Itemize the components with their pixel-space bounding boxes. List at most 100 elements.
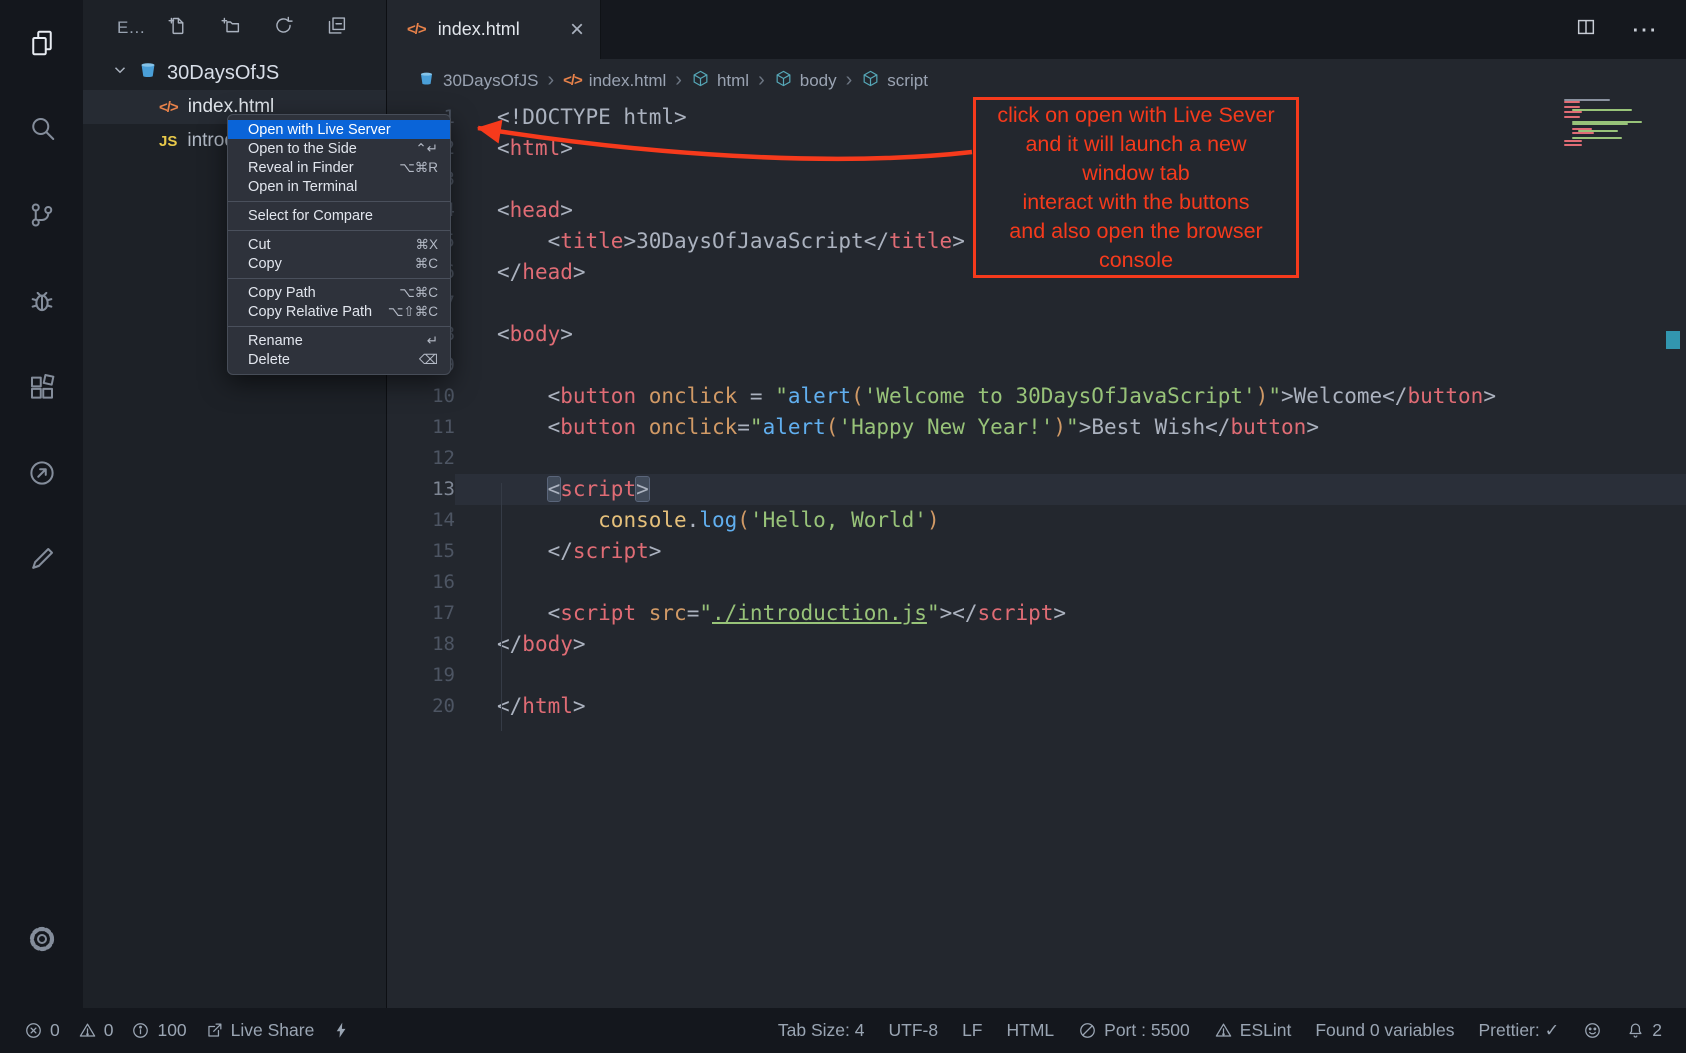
code-text xyxy=(455,288,1686,319)
menu-item-shortcut: ⌃↵ xyxy=(415,141,438,157)
code-line-14[interactable]: 14 console.log('Hello, World') xyxy=(387,505,1686,536)
activity-code-tour-icon[interactable] xyxy=(0,516,83,602)
code-line-11[interactable]: 11 <button onclick="alert('Happy New Yea… xyxy=(387,412,1686,443)
tree-root-30daysofjs[interactable]: 30DaysOfJS xyxy=(83,56,386,90)
code-line-12[interactable]: 12 xyxy=(387,443,1686,474)
minimap[interactable] xyxy=(1564,99,1658,147)
status-language-mode[interactable]: HTML xyxy=(1007,1020,1055,1041)
minimap-line xyxy=(1572,123,1628,125)
menu-separator xyxy=(228,326,450,327)
menu-item-label: Copy Relative Path xyxy=(248,304,372,320)
activity-source-control-icon[interactable] xyxy=(0,172,83,258)
menu-item-delete[interactable]: Delete⌫ xyxy=(228,350,450,369)
context-menu: Open with Live ServerOpen to the Side⌃↵R… xyxy=(227,114,451,375)
explorer-actions xyxy=(167,15,347,41)
status-warnings[interactable]: 0 xyxy=(78,1020,114,1041)
status-found-variables[interactable]: Found 0 variables xyxy=(1315,1020,1454,1041)
status-encoding[interactable]: UTF-8 xyxy=(889,1020,939,1041)
status-feedback[interactable] xyxy=(1583,1021,1602,1040)
code-line-15[interactable]: 15 </script> xyxy=(387,536,1686,567)
menu-separator xyxy=(228,278,450,279)
new-folder-icon[interactable] xyxy=(220,15,241,41)
menu-item-select-for-compare[interactable]: Select for Compare xyxy=(228,206,450,225)
activity-search-icon[interactable] xyxy=(0,86,83,172)
code-text xyxy=(455,660,1686,691)
code-line-13[interactable]: 13 <script> xyxy=(387,474,1686,505)
status-notifications[interactable]: 2 xyxy=(1626,1020,1662,1041)
status-right: Tab Size: 4 UTF-8 LF HTML Port : 5500 ESLint F… xyxy=(778,1020,1662,1041)
activity-settings-icon[interactable] xyxy=(0,896,83,982)
menu-item-open-with-live-server[interactable]: Open with Live Server xyxy=(228,120,450,139)
menu-item-copy-path[interactable]: Copy Path⌥⌘C xyxy=(228,283,450,302)
breadcrumb-item-html[interactable]: html xyxy=(691,69,749,93)
status-eol[interactable]: LF xyxy=(962,1020,982,1041)
code-line-7[interactable]: 7 xyxy=(387,288,1686,319)
status-tab-size[interactable]: Tab Size: 4 xyxy=(778,1020,865,1041)
code-line-8[interactable]: 8<body> xyxy=(387,319,1686,350)
status-tab-size-label: Tab Size: 4 xyxy=(778,1020,865,1041)
info-icon xyxy=(131,1021,150,1040)
status-warnings-label: 0 xyxy=(104,1020,114,1041)
menu-separator xyxy=(228,201,450,202)
code-line-18[interactable]: 18</body> xyxy=(387,629,1686,660)
breadcrumb-item-script[interactable]: script xyxy=(861,69,928,93)
menu-item-label: Copy Path xyxy=(248,285,316,301)
annotation-box: click on open with Live Severand it will… xyxy=(973,97,1299,278)
status-language-mode-label: HTML xyxy=(1007,1020,1055,1041)
status-info-count-label: 100 xyxy=(157,1020,186,1041)
menu-item-open-to-the-side[interactable]: Open to the Side ⌃↵ xyxy=(228,139,450,158)
error-icon xyxy=(24,1021,43,1040)
port-icon xyxy=(1078,1021,1097,1040)
menu-item-shortcut: ⌥⌘R xyxy=(399,160,438,176)
split-editor-icon[interactable] xyxy=(1575,16,1597,43)
code-text xyxy=(455,443,1686,474)
menu-item-open-in-terminal[interactable]: Open in Terminal xyxy=(228,177,450,196)
minimap-line xyxy=(1564,116,1580,118)
breadcrumb-separator: › xyxy=(846,69,853,92)
breadcrumb-item-30daysofjs[interactable]: 30DaysOfJS xyxy=(417,69,538,93)
share-icon xyxy=(205,1021,224,1040)
code-line-16[interactable]: 16 xyxy=(387,567,1686,598)
menu-item-copy[interactable]: Copy⌘C xyxy=(228,254,450,273)
symbol-icon xyxy=(774,69,793,93)
new-file-icon[interactable] xyxy=(167,15,188,41)
status-lightning[interactable] xyxy=(332,1021,351,1040)
menu-item-rename[interactable]: Rename↵ xyxy=(228,331,450,350)
status-errors[interactable]: 0 xyxy=(24,1020,60,1041)
activity-explorer-icon[interactable] xyxy=(0,0,83,86)
status-prettier[interactable]: Prettier: ✓ xyxy=(1478,1020,1559,1041)
status-live-server-port[interactable]: Port : 5500 xyxy=(1078,1020,1190,1041)
code-line-19[interactable]: 19 xyxy=(387,660,1686,691)
code-line-17[interactable]: 17 <script src="./introduction.js"></scr… xyxy=(387,598,1686,629)
activity-run-debug-icon[interactable] xyxy=(0,258,83,344)
indent-guide xyxy=(501,483,502,731)
line-number: 12 xyxy=(387,443,455,474)
collapse-all-icon[interactable] xyxy=(326,15,347,41)
code-line-20[interactable]: 20</html> xyxy=(387,691,1686,722)
tab-label: index.html xyxy=(438,19,520,40)
status-live-share[interactable]: Live Share xyxy=(205,1020,315,1041)
code-line-9[interactable]: 9 xyxy=(387,350,1686,381)
refresh-icon[interactable] xyxy=(273,15,294,41)
tab-index-html[interactable]: </> index.html × xyxy=(387,0,601,59)
activity-live-share-icon[interactable] xyxy=(0,430,83,516)
status-info-count[interactable]: 100 xyxy=(131,1020,186,1041)
close-icon[interactable]: × xyxy=(570,18,584,42)
status-live-share-label: Live Share xyxy=(231,1020,315,1041)
menu-item-shortcut: ↵ xyxy=(427,333,438,349)
activity-extensions-icon[interactable] xyxy=(0,344,83,430)
warning-icon xyxy=(78,1021,97,1040)
menu-item-copy-relative-path[interactable]: Copy Relative Path⌥⇧⌘C xyxy=(228,302,450,321)
code-line-10[interactable]: 10 <button onclick = "alert('Welcome to … xyxy=(387,381,1686,412)
menu-item-label: Open to the Side xyxy=(248,141,357,157)
menu-item-reveal-in-finder[interactable]: Reveal in Finder⌥⌘R xyxy=(228,158,450,177)
minimap-line xyxy=(1572,132,1594,134)
folder-icon xyxy=(417,69,436,93)
line-number: 13 xyxy=(387,474,455,505)
more-actions-icon[interactable]: ⋯ xyxy=(1631,14,1658,45)
code-text: <button onclick = "alert('Welcome to 30D… xyxy=(455,381,1686,412)
breadcrumb-item-index-html[interactable]: </>index.html xyxy=(563,71,666,91)
breadcrumb-item-body[interactable]: body xyxy=(774,69,837,93)
status-eslint[interactable]: ESLint xyxy=(1214,1020,1292,1041)
menu-item-cut[interactable]: Cut⌘X xyxy=(228,235,450,254)
